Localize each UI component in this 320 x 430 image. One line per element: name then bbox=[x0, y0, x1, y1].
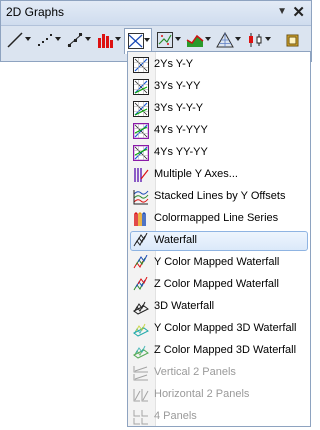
area-plot-button[interactable] bbox=[184, 28, 212, 52]
vertical-panels-icon bbox=[133, 365, 149, 381]
four-panels-icon bbox=[133, 409, 149, 425]
line-plot-icon bbox=[7, 32, 23, 48]
menu-item-label: Vertical 2 Panels bbox=[154, 366, 236, 378]
specialized-plot-button[interactable] bbox=[154, 28, 182, 52]
y-color-3d-waterfall-icon bbox=[133, 321, 149, 337]
ternary-plot-button[interactable] bbox=[214, 28, 242, 52]
menu-item[interactable]: Stacked Lines by Y Offsets bbox=[130, 187, 308, 207]
quad-y-icon bbox=[132, 144, 150, 162]
menu-item[interactable]: 4Ys YY-YY bbox=[130, 143, 308, 163]
multiple-y-axes-icon bbox=[133, 167, 149, 183]
menu-item: Vertical 2 Panels bbox=[130, 363, 308, 383]
menu-item-label: Y Color Mapped Waterfall bbox=[154, 256, 280, 268]
menu-item-label: Z Color Mapped 3D Waterfall bbox=[154, 344, 297, 356]
area-plot-icon bbox=[186, 34, 204, 47]
multi-panel-plot-icon bbox=[128, 33, 144, 49]
column-plot-icon bbox=[98, 34, 113, 48]
z-color-3d-waterfall-icon bbox=[133, 343, 149, 359]
waterfall-icon bbox=[133, 232, 149, 249]
menu-item[interactable]: Y Color Mapped Waterfall bbox=[130, 253, 308, 273]
menu-item-label: Stacked Lines by Y Offsets bbox=[154, 190, 286, 202]
menu-item-label: Horizontal 2 Panels bbox=[154, 388, 250, 400]
y-color-waterfall-icon bbox=[133, 254, 149, 271]
menu-item-label: 4Ys YY-YY bbox=[154, 146, 208, 158]
menu-item: Horizontal 2 Panels bbox=[130, 385, 308, 405]
menu-item-label: 4Ys Y-YYY bbox=[154, 124, 208, 136]
quad-y-icon bbox=[132, 122, 150, 140]
menu-item: 4 Panels bbox=[130, 407, 308, 427]
scatter-plot-button[interactable] bbox=[34, 28, 62, 52]
menu-item[interactable]: 3D Waterfall bbox=[130, 297, 308, 317]
stock-plot-icon bbox=[249, 33, 262, 47]
menu-item[interactable]: 3Ys Y-Y-Y bbox=[130, 99, 308, 119]
menu-item[interactable]: Colormapped Line Series bbox=[130, 209, 308, 229]
window-title: 2D Graphs bbox=[6, 5, 65, 19]
scatter-plot-icon bbox=[38, 34, 52, 46]
dropdown-menu: 2Ys Y-Y 3Ys Y-YY 3Ys Y-Y-Y 4Ys Y-YYY 4Ys YY-… bbox=[127, 51, 311, 427]
column-plot-button[interactable] bbox=[94, 28, 122, 52]
triple-y-icon bbox=[133, 101, 149, 117]
menu-item-label: Y Color Mapped 3D Waterfall bbox=[154, 322, 297, 334]
line-symbol-plot-icon bbox=[67, 33, 83, 47]
stacked-lines-icon bbox=[133, 189, 149, 205]
menu-item[interactable]: Y Color Mapped 3D Waterfall bbox=[130, 319, 308, 339]
ternary-plot-icon bbox=[216, 31, 234, 48]
line-plot-button[interactable] bbox=[4, 28, 32, 52]
menu-item[interactable]: 4Ys Y-YYY bbox=[130, 121, 308, 141]
menu-item-label: 3D Waterfall bbox=[154, 300, 215, 312]
menu-item-label: Waterfall bbox=[154, 234, 197, 246]
specialized-plot-icon bbox=[157, 32, 173, 48]
menu-item-label: 3Ys Y-YY bbox=[154, 80, 201, 92]
3d-waterfall-icon bbox=[133, 299, 149, 315]
menu-item[interactable]: 2Ys Y-Y bbox=[130, 55, 308, 75]
double-y-icon bbox=[133, 57, 149, 73]
menu-item[interactable]: Z Color Mapped Waterfall bbox=[130, 275, 308, 295]
menu-item-label: Multiple Y Axes... bbox=[154, 168, 238, 180]
colormapped-line-icon bbox=[133, 211, 149, 227]
menu-item-label: 2Ys Y-Y bbox=[154, 58, 194, 70]
title-bar[interactable]: 2D Graphs ▼ ✕ bbox=[1, 1, 311, 26]
menu-item[interactable]: Z Color Mapped 3D Waterfall bbox=[130, 341, 308, 361]
menu-item-label: 3Ys Y-Y-Y bbox=[154, 102, 204, 114]
close-icon[interactable]: ✕ bbox=[292, 3, 305, 21]
toolbar-options-icon[interactable]: ▼ bbox=[277, 6, 287, 17]
line-symbol-button[interactable] bbox=[64, 28, 92, 52]
triple-y-icon bbox=[133, 79, 149, 95]
stock-plot-button[interactable] bbox=[244, 28, 272, 52]
menu-item-label: 4 Panels bbox=[154, 410, 197, 422]
template-library-button[interactable] bbox=[282, 28, 310, 52]
horizontal-panels-icon bbox=[133, 387, 149, 403]
menu-item-label: Z Color Mapped Waterfall bbox=[154, 278, 279, 290]
menu-item[interactable]: Multiple Y Axes... bbox=[130, 165, 308, 185]
menu-item-label: Colormapped Line Series bbox=[154, 212, 279, 224]
menu-item[interactable]: 3Ys Y-YY bbox=[130, 77, 308, 97]
z-color-waterfall-icon bbox=[133, 276, 149, 293]
menu-item[interactable]: Waterfall bbox=[130, 231, 308, 251]
template-library-icon bbox=[286, 34, 299, 47]
